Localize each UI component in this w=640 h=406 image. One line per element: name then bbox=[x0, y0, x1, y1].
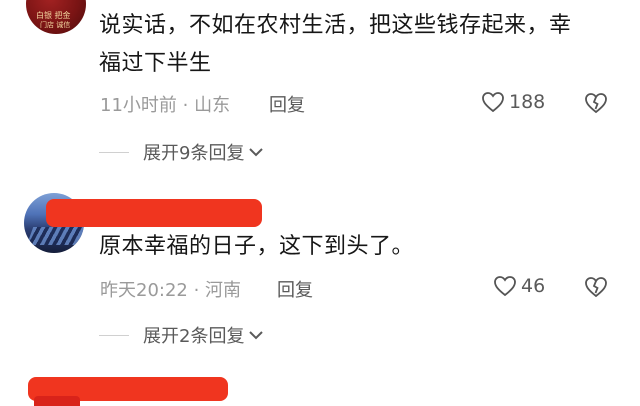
heart-outline-icon bbox=[481, 91, 505, 113]
comment-text: 说实话，不如在农村生活，把这些钱存起来，幸 bbox=[99, 13, 572, 38]
like-button[interactable]: 46 bbox=[493, 275, 545, 297]
expand-replies-button[interactable]: 展开2条回复 bbox=[99, 322, 264, 348]
expand-replies-label: 展开2条回复 bbox=[143, 326, 245, 347]
avatar[interactable]: 白银 把金 门店 诚信 bbox=[26, 0, 86, 34]
chevron-down-icon bbox=[248, 146, 264, 158]
like-count: 188 bbox=[509, 91, 546, 113]
comment-text: 福过下半生 bbox=[99, 51, 212, 76]
broken-heart-icon[interactable] bbox=[584, 276, 608, 298]
divider bbox=[99, 334, 129, 336]
avatar[interactable] bbox=[34, 396, 80, 406]
reply-button[interactable]: 回复 bbox=[277, 276, 313, 302]
like-count: 46 bbox=[521, 275, 546, 297]
chevron-down-icon bbox=[248, 329, 264, 341]
like-button[interactable]: 188 bbox=[481, 91, 545, 113]
broken-heart-icon[interactable] bbox=[584, 92, 608, 114]
comment-text: 原本幸福的日子，这下到头了。 bbox=[99, 234, 415, 259]
divider bbox=[99, 151, 129, 153]
expand-replies-button[interactable]: 展开9条回复 bbox=[99, 139, 264, 165]
redacted-username bbox=[46, 199, 262, 227]
comment-meta: 11小时前 · 山东 bbox=[100, 95, 231, 116]
reply-button[interactable]: 回复 bbox=[269, 91, 305, 117]
avatar-text: 门店 诚信 bbox=[40, 21, 71, 29]
heart-outline-icon bbox=[493, 275, 517, 297]
expand-replies-label: 展开9条回复 bbox=[143, 143, 245, 164]
comment-meta: 昨天20:22 · 河南 bbox=[100, 280, 242, 301]
